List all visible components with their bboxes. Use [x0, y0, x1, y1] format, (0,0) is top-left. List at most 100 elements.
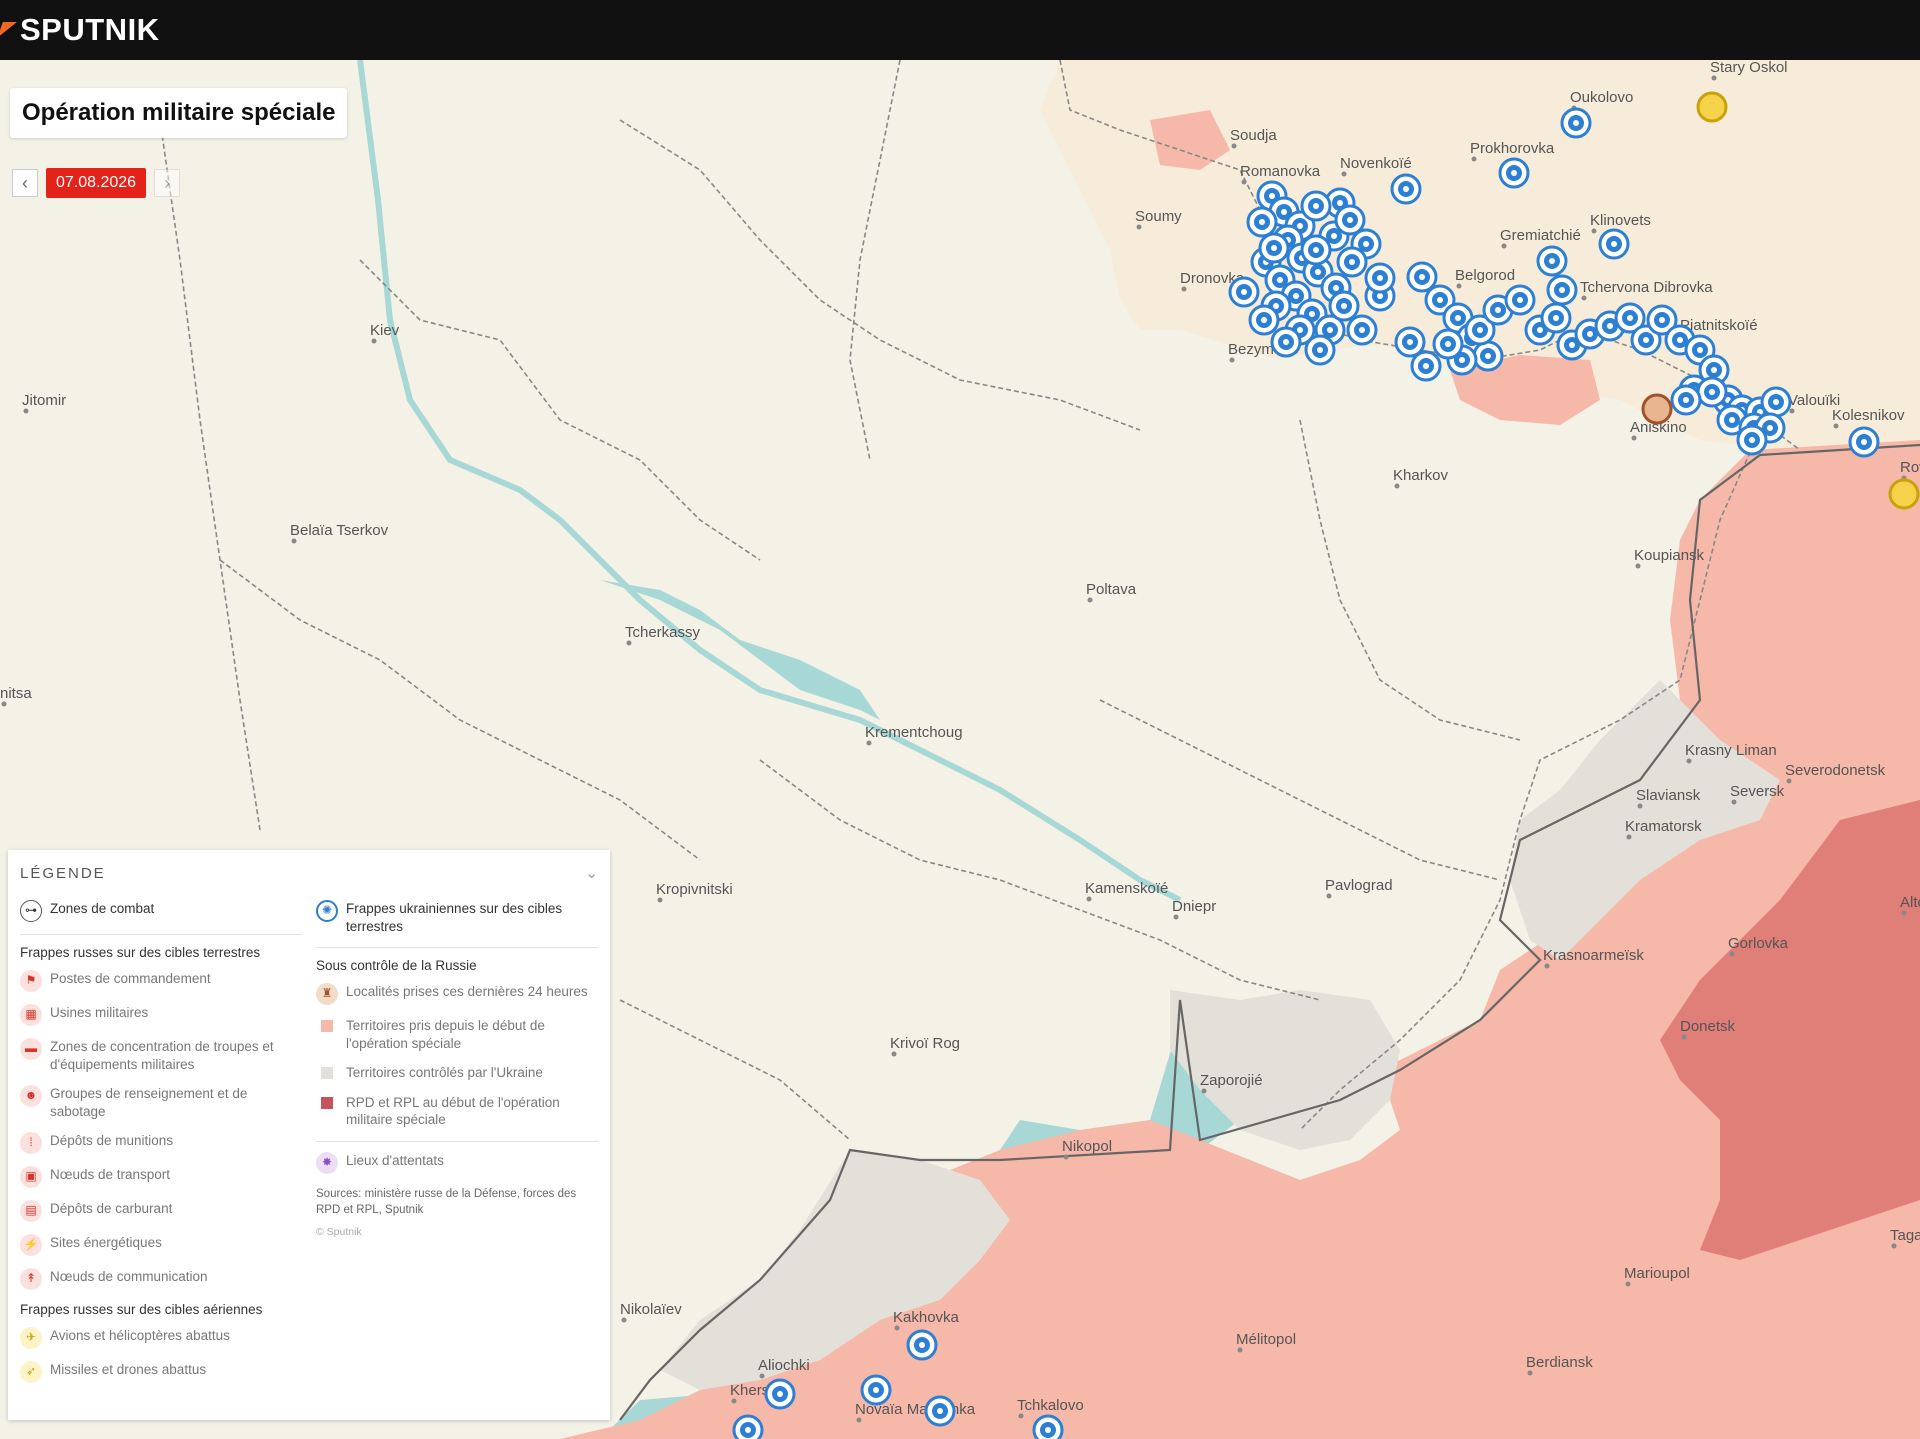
ukr-strike-marker[interactable] [732, 1414, 764, 1439]
sputnik-logo[interactable]: SPUTNIK [0, 12, 160, 48]
next-date-button[interactable]: › [154, 169, 181, 197]
current-date[interactable]: 07.08.2026 [46, 168, 147, 198]
city-label: Oukolovo [1570, 89, 1633, 106]
train-icon: ▣ [20, 1166, 42, 1189]
legend-header[interactable]: LÉGENDE ⌄ [20, 864, 598, 883]
legend-item: Territoires contrôlés par l'Ukraine [316, 1064, 598, 1082]
ukr-strike-marker[interactable] [1498, 157, 1530, 189]
legend-item: Territoires pris depuis le début de l'op… [316, 1017, 598, 1052]
city-dot [1626, 834, 1632, 840]
city-dot [1341, 171, 1347, 177]
ukr-strike-marker[interactable] [1504, 284, 1536, 316]
city-dot [1789, 408, 1795, 414]
ukr-strike-marker[interactable] [1406, 261, 1438, 293]
city-dot [621, 1317, 627, 1323]
logo-text: SPUTNIK [20, 12, 160, 47]
city-label: Tchervona Dibrovka [1580, 279, 1713, 296]
ukr-strike-marker[interactable] [1540, 302, 1572, 334]
ukr-strike-marker[interactable] [1760, 386, 1792, 418]
city-dot [1063, 1154, 1069, 1160]
ukr-strike-marker[interactable] [1364, 262, 1396, 294]
locality-taken-marker[interactable] [1641, 393, 1673, 425]
city-dot [1631, 435, 1637, 441]
ukr-strike-marker[interactable] [1410, 350, 1442, 382]
city-label: Krasny Liman [1685, 742, 1777, 759]
legend-item: ↟ Nœuds de communication [20, 1268, 302, 1291]
city-dot [371, 338, 377, 344]
chevron-right-icon: › [164, 172, 171, 193]
chevron-down-icon[interactable]: ⌄ [585, 864, 598, 882]
city-label: Tcherkassy [625, 624, 701, 641]
ukr-strike-marker[interactable] [1300, 190, 1332, 222]
city-label: Nikopol [1062, 1138, 1112, 1155]
city-dot [1833, 423, 1839, 429]
city-label: Belaïa Tserkov [290, 522, 389, 539]
city-label: Gorlovka [1728, 935, 1789, 952]
ukr-strike-marker[interactable] [1546, 274, 1578, 306]
city-label: Prokhorovka [1470, 140, 1555, 157]
ukr-strike-marker[interactable] [1848, 426, 1880, 458]
ukr-strike-marker[interactable] [1390, 173, 1422, 205]
city-dot [1086, 896, 1092, 902]
ukr-strike-marker[interactable] [1228, 276, 1260, 308]
city-dot [1229, 357, 1235, 363]
ukr-strike-marker[interactable] [924, 1395, 956, 1427]
aircraft-shot-marker[interactable] [1696, 91, 1728, 123]
ukr-strike-marker[interactable] [1032, 1414, 1064, 1439]
city-label: Zaporojié [1200, 1072, 1263, 1089]
ukr-strike-marker[interactable] [764, 1378, 796, 1410]
prev-date-button[interactable]: ‹ [12, 169, 38, 197]
ukr-strike-marker[interactable] [860, 1374, 892, 1406]
ukr-strike-marker[interactable] [1328, 290, 1360, 322]
ukr-strike-marker[interactable] [1248, 304, 1280, 336]
ukr-strike-marker[interactable] [1736, 424, 1768, 456]
ukr-strike-marker[interactable] [1696, 376, 1728, 408]
legend-item: ▦ Usines militaires [20, 1004, 302, 1026]
city-label: Aliochki [758, 1357, 810, 1374]
ukr-strike-marker[interactable] [906, 1329, 938, 1361]
city-dot [1681, 1034, 1687, 1040]
ukr-strike-marker[interactable] [1246, 206, 1278, 238]
city-dot [1711, 75, 1717, 81]
city-label: Belgorod [1455, 267, 1515, 284]
city-dot [1901, 910, 1907, 916]
ukr-strike-marker[interactable] [1304, 334, 1336, 366]
ukr-strike-marker[interactable] [1472, 340, 1504, 372]
soldier-icon: ☻ [20, 1085, 42, 1108]
city-label: Severodonetsk [1785, 762, 1886, 779]
city-label: Pavlograd [1325, 877, 1393, 894]
city-label: Tchkalovo [1017, 1397, 1084, 1414]
city-dot [1591, 228, 1597, 234]
legend-title: LÉGENDE [20, 864, 106, 882]
ukr-strike-marker[interactable] [1270, 326, 1302, 358]
city-label: Kharkov [1393, 467, 1449, 484]
legend-left-column: ⊶ Zones de combat Frappes russes sur des … [20, 900, 302, 1395]
ukr-strike-marker[interactable] [1670, 384, 1702, 416]
legend-item: ➶ Missiles et drones abattus [20, 1361, 302, 1384]
ukr-strike-marker[interactable] [1300, 234, 1332, 266]
city-dot [1087, 597, 1093, 603]
city-label: Poltava [1086, 581, 1137, 598]
city-dot [1786, 778, 1792, 784]
city-label: Kropivnitski [656, 881, 733, 898]
ukr-strike-marker[interactable] [1560, 107, 1592, 139]
city-dot [1635, 563, 1641, 569]
ukr-strike-marker[interactable] [1258, 232, 1290, 264]
city-label: nitsa [0, 685, 32, 702]
ukr-strike-marker[interactable] [1598, 228, 1630, 260]
city-dot [626, 640, 632, 646]
city-dot [1201, 1088, 1207, 1094]
locality-icon: ♜ [316, 983, 338, 1006]
ammo-icon: ⁞ [20, 1132, 42, 1155]
city-label: Kakhovka [893, 1309, 960, 1326]
legend-control-header: Sous contrôle de la Russie [316, 958, 477, 974]
city-dot [1173, 914, 1179, 920]
legend-sources: Sources: ministère russe de la Défense, … [316, 1187, 577, 1216]
ukr-strike-marker[interactable] [1336, 246, 1368, 278]
ukr-strike-marker[interactable] [1346, 314, 1378, 346]
ukr-strike-marker[interactable] [1432, 328, 1464, 360]
ukr-strike-marker[interactable] [1536, 245, 1568, 277]
legend-item: ☻ Groupes de renseignement et de sabotage [20, 1085, 302, 1120]
legend-air-header: Frappes russes sur des cibles aériennes [20, 1302, 263, 1318]
aircraft-shot-marker[interactable] [1888, 478, 1920, 510]
